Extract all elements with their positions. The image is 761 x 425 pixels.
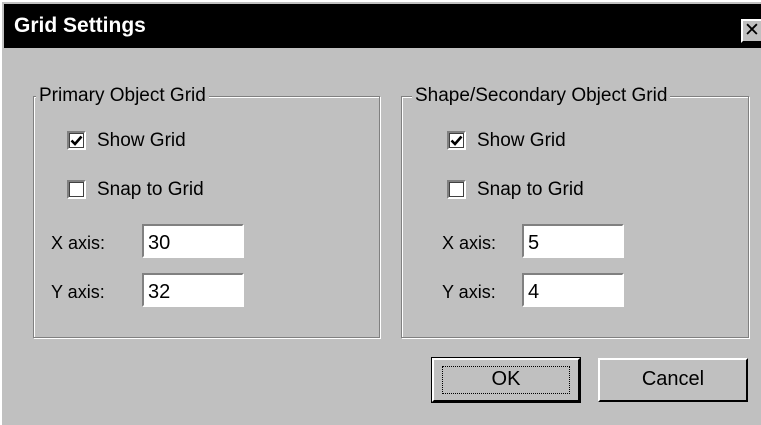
primary-group-legend: Primary Object Grid	[36, 85, 209, 107]
secondary-group-legend: Shape/Secondary Object Grid	[412, 85, 671, 107]
secondary-snap-to-grid-row[interactable]: Snap to Grid	[447, 178, 647, 204]
ok-button[interactable]: OK	[431, 357, 581, 403]
primary-snap-to-grid-row[interactable]: Snap to Grid	[67, 178, 267, 204]
secondary-snap-to-grid-checkbox[interactable]	[447, 180, 466, 199]
primary-y-axis-input[interactable]	[142, 273, 244, 307]
title-bar[interactable]: Grid Settings ✕	[4, 4, 761, 48]
primary-show-grid-row[interactable]: Show Grid	[67, 129, 267, 155]
primary-y-axis-label: Y axis:	[51, 282, 105, 302]
checkmark-icon	[450, 135, 463, 146]
primary-object-grid-group: Primary Object Grid Show Grid Snap to Gr…	[33, 85, 380, 338]
dialog-title: Grid Settings	[14, 14, 146, 37]
secondary-x-axis-input[interactable]	[522, 224, 624, 258]
grid-settings-dialog: Grid Settings ✕ Primary Object Grid Show…	[0, 0, 761, 425]
focus-rectangle	[442, 366, 570, 394]
primary-x-axis-label: X axis:	[51, 233, 106, 253]
cancel-button-label: Cancel	[641, 368, 705, 390]
primary-snap-to-grid-checkbox[interactable]	[67, 180, 86, 199]
close-button[interactable]: ✕	[741, 19, 761, 43]
secondary-object-grid-group: Shape/Secondary Object Grid Show Grid Sn…	[401, 85, 749, 338]
cancel-button[interactable]: Cancel	[598, 358, 748, 402]
secondary-show-grid-label: Show Grid	[477, 130, 566, 151]
secondary-x-axis-label: X axis:	[442, 233, 497, 253]
primary-show-grid-checkbox[interactable]	[67, 131, 86, 150]
close-icon: ✕	[744, 20, 760, 41]
primary-x-axis-input[interactable]	[142, 224, 244, 258]
secondary-y-axis-input[interactable]	[522, 273, 624, 307]
secondary-snap-to-grid-label: Snap to Grid	[477, 179, 584, 200]
secondary-show-grid-checkbox[interactable]	[447, 131, 466, 150]
primary-snap-to-grid-label: Snap to Grid	[97, 179, 204, 200]
checkmark-icon	[70, 135, 83, 146]
secondary-show-grid-row[interactable]: Show Grid	[447, 129, 647, 155]
primary-show-grid-label: Show Grid	[97, 130, 186, 151]
secondary-y-axis-label: Y axis:	[442, 282, 496, 302]
